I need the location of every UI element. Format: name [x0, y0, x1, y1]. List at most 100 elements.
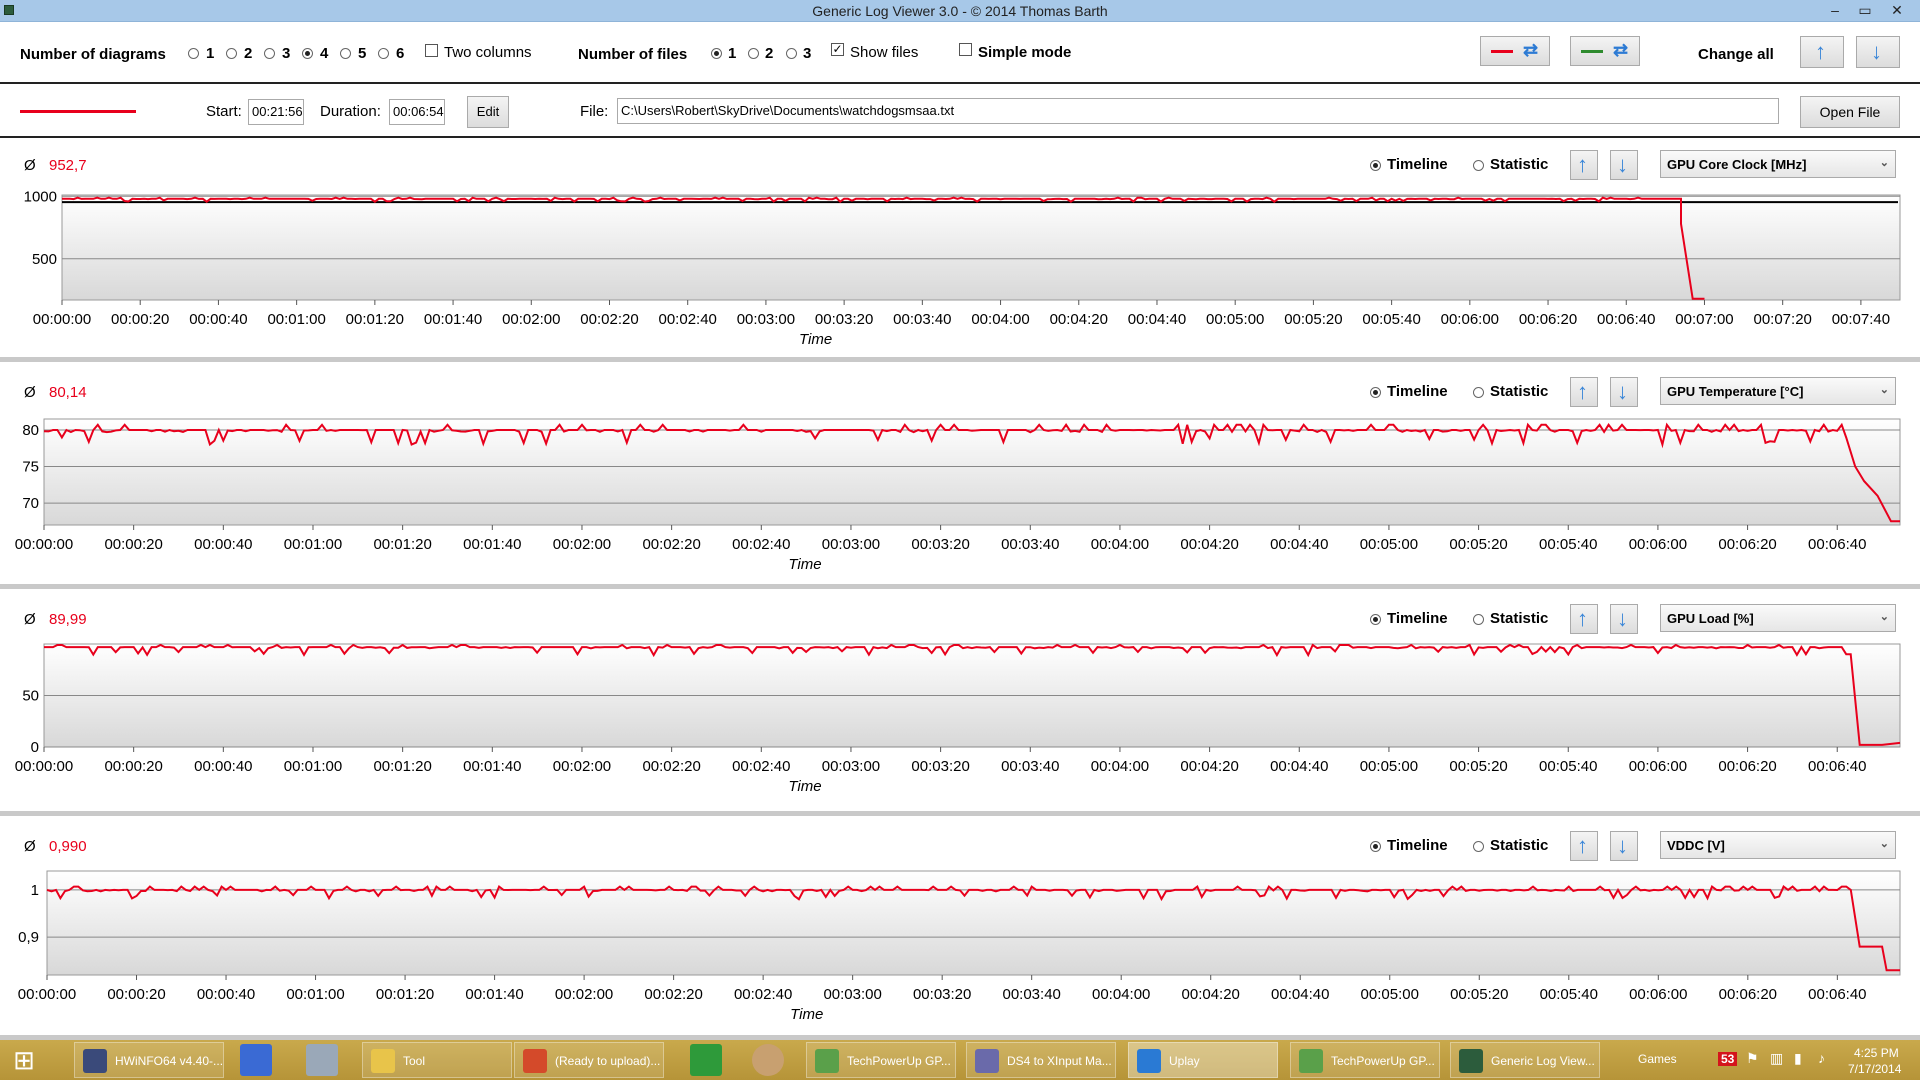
- file-radio-3[interactable]: [786, 48, 797, 59]
- x-axis-title: Time: [788, 778, 821, 795]
- x-tick-label: 00:04:20: [1180, 536, 1238, 553]
- calculator-icon[interactable]: [306, 1044, 338, 1076]
- power-icon[interactable]: ▮: [1794, 1050, 1802, 1067]
- duration-field[interactable]: 00:06:54: [389, 99, 445, 125]
- volume-icon[interactable]: ♪: [1818, 1050, 1825, 1066]
- x-tick-label: 00:01:20: [346, 311, 404, 328]
- taskbar-item-label: Uplay: [1169, 1054, 1200, 1068]
- x-tick-label: 00:06:40: [1808, 536, 1866, 553]
- y-tick-label: 50: [22, 688, 39, 705]
- open-file-button[interactable]: Open File: [1800, 96, 1900, 128]
- show-files-checkbox[interactable]: ✓: [831, 43, 844, 56]
- x-tick-label: 00:02:40: [659, 311, 717, 328]
- clock-date[interactable]: 7/17/2014: [1848, 1062, 1901, 1076]
- taskbar-item[interactable]: Generic Log View...: [1450, 1042, 1600, 1078]
- x-tick-label: 00:06:00: [1629, 758, 1687, 775]
- x-axis-title: Time: [790, 1006, 823, 1023]
- arrow-up-icon: ↑: [1815, 39, 1826, 64]
- panel-separator: [0, 357, 1920, 362]
- x-tick-label: 00:02:00: [502, 311, 560, 328]
- taskbar-item[interactable]: TechPowerUp GP...: [806, 1042, 956, 1078]
- chart: 1 0,9 00:00:00 00:00:20 00:00:40 00:01:00 00:0…: [18, 870, 1901, 1023]
- x-tick-label: 00:07:00: [1675, 311, 1733, 328]
- diagram-radio-5[interactable]: [340, 48, 351, 59]
- diagram-radio-3[interactable]: [264, 48, 275, 59]
- desktop-icon[interactable]: [240, 1044, 272, 1076]
- file-radio-1[interactable]: [711, 48, 722, 59]
- x-tick-label: 00:00:20: [111, 311, 169, 328]
- x-tick-label: 00:02:40: [732, 758, 790, 775]
- x-tick-label: 00:01:20: [376, 986, 434, 1003]
- move-all-up-button[interactable]: ↑: [1800, 36, 1844, 68]
- network-icon[interactable]: ▥: [1770, 1050, 1783, 1067]
- start-field[interactable]: 00:21:56: [248, 99, 304, 125]
- two-columns-label: Two columns: [444, 44, 532, 61]
- taskbar-item[interactable]: DS4 to XInput Ma...: [966, 1042, 1116, 1078]
- start-button[interactable]: ⊞: [8, 1044, 40, 1076]
- swap-green-button[interactable]: ⇄: [1570, 36, 1640, 66]
- edit-button[interactable]: Edit: [467, 96, 509, 128]
- diagram-panel: Ø 952,7 Timeline Statistic ↑ ↓ GPU Core Clock …: [0, 140, 1920, 362]
- diagram-radio-4[interactable]: [302, 48, 313, 59]
- taskbar-item[interactable]: (Ready to upload)...: [514, 1042, 664, 1078]
- store-icon[interactable]: [690, 1044, 722, 1076]
- taskbar-item[interactable]: Tool: [362, 1042, 512, 1078]
- maximize-button[interactable]: ▭: [1850, 0, 1880, 20]
- app-icon: [975, 1049, 999, 1073]
- start-label: Start:: [206, 103, 242, 120]
- games-label[interactable]: Games: [1638, 1052, 1677, 1066]
- x-tick-label: 00:04:40: [1271, 986, 1329, 1003]
- taskbar-item[interactable]: TechPowerUp GP...: [1290, 1042, 1440, 1078]
- notification-badge[interactable]: 53: [1718, 1052, 1738, 1066]
- x-tick-label: 00:00:00: [33, 311, 91, 328]
- taskbar-item[interactable]: Uplay: [1128, 1042, 1278, 1078]
- app-icon: [1137, 1049, 1161, 1073]
- diagram-radio-1[interactable]: [188, 48, 199, 59]
- sync-icon: ⇄: [1613, 40, 1629, 60]
- minimize-button[interactable]: –: [1820, 0, 1850, 20]
- x-tick-label: 00:04:20: [1180, 758, 1238, 775]
- x-tick-label: 00:04:00: [1091, 758, 1149, 775]
- plot-area: [61, 194, 1901, 301]
- series-color-swatch[interactable]: [20, 110, 136, 113]
- x-tick-label: 00:05:20: [1449, 536, 1507, 553]
- diagram-radio-6[interactable]: [378, 48, 389, 59]
- paint-icon[interactable]: [752, 1044, 784, 1076]
- x-tick-label: 00:04:20: [1182, 986, 1240, 1003]
- x-tick-label: 00:06:00: [1629, 986, 1687, 1003]
- file-radio-2[interactable]: [748, 48, 759, 59]
- diagram-radio-2[interactable]: [226, 48, 237, 59]
- two-columns-checkbox[interactable]: [425, 44, 438, 57]
- x-tick-label: 00:00:40: [194, 536, 252, 553]
- flag-icon[interactable]: ⚑: [1746, 1050, 1759, 1067]
- x-tick-label: 00:03:40: [1002, 986, 1060, 1003]
- y-tick-label: 1: [31, 882, 39, 899]
- y-tick-label: 1000: [24, 188, 57, 205]
- x-tick-label: 00:06:40: [1597, 311, 1655, 328]
- red-line-swatch: [1491, 50, 1513, 53]
- x-tick-label: 00:00:40: [194, 758, 252, 775]
- taskbar-item[interactable]: HWiNFO64 v4.40-...: [74, 1042, 224, 1078]
- file-path-field[interactable]: C:\Users\Robert\SkyDrive\Documents\watch…: [617, 98, 1779, 124]
- taskbar: ⊞ HWiNFO64 v4.40-... Tool (Ready to upload…: [0, 1040, 1920, 1080]
- x-tick-label: 00:01:40: [465, 986, 523, 1003]
- x-tick-label: 00:01:40: [424, 311, 482, 328]
- swap-red-button[interactable]: ⇄: [1480, 36, 1550, 66]
- x-tick-label: 00:06:20: [1519, 311, 1577, 328]
- chart: 1000 500 00:00:00 00:00:20 00:00:40 00:01:00 0…: [24, 188, 1901, 348]
- simple-mode-checkbox[interactable]: [959, 43, 972, 56]
- x-tick-label: 00:00:20: [107, 986, 165, 1003]
- diagram-option-5: 5: [358, 45, 367, 62]
- clock-time[interactable]: 4:25 PM: [1854, 1046, 1899, 1060]
- y-tick-label: 0,9: [18, 929, 39, 946]
- x-tick-label: 00:00:00: [15, 536, 73, 553]
- plot-area: [43, 418, 1901, 526]
- close-button[interactable]: ✕: [1880, 0, 1914, 20]
- green-line-swatch: [1581, 50, 1603, 53]
- x-tick-label: 00:05:00: [1361, 986, 1419, 1003]
- x-tick-label: 00:03:20: [911, 536, 969, 553]
- x-tick-label: 00:04:20: [1050, 311, 1108, 328]
- app-icon: [523, 1049, 547, 1073]
- x-tick-label: 00:00:20: [104, 536, 162, 553]
- move-all-down-button[interactable]: ↓: [1856, 36, 1900, 68]
